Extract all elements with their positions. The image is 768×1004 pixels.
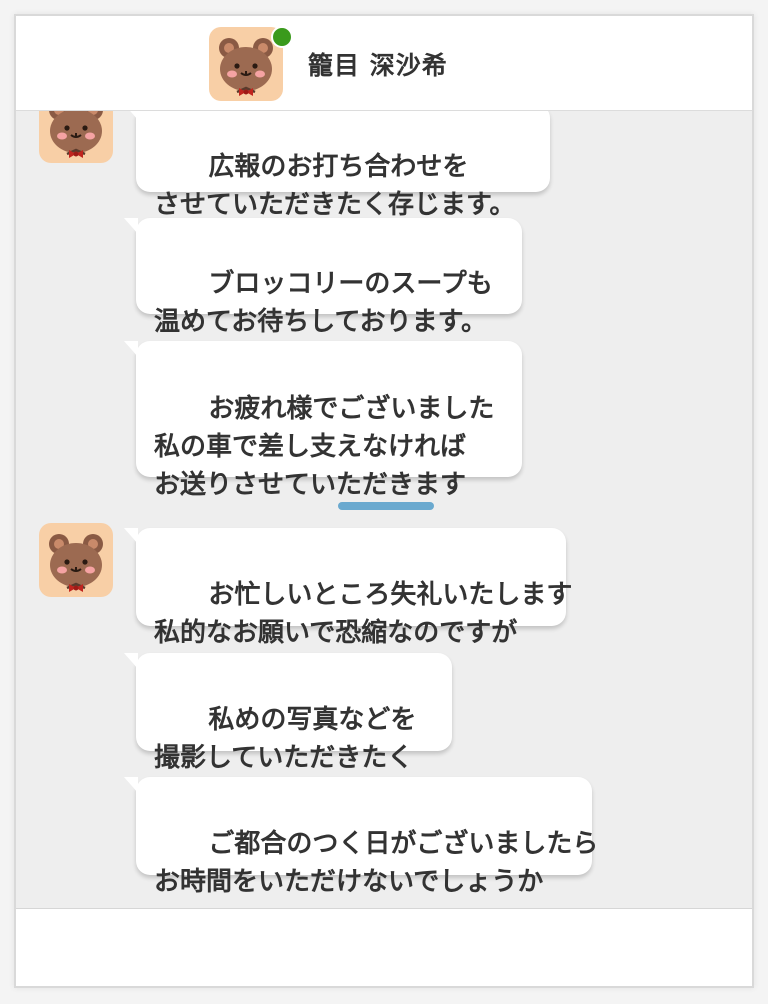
message-text: お疲れ様でございました 私の車で差し支えなければ お送りさせていただきます <box>154 394 495 500</box>
message-bubble[interactable]: ブロッコリーのスープも 温めてお待ちしております。 <box>124 218 522 337</box>
chat-window: 広報のお打ち合わせを させていただきたく存じます。 ブロッコリーのスープも 温め… <box>14 14 754 988</box>
contact-name[interactable]: 籠目 深沙希 <box>308 46 448 82</box>
message-bubble[interactable]: ご都合のつく日がございましたら お時間をいただけないでしょうか <box>124 777 598 897</box>
date-divider <box>338 502 434 510</box>
bear-avatar-icon <box>39 523 113 597</box>
message-text: 私めの写真などを 撮影していただきたく <box>154 705 417 773</box>
message-text: 広報のお打ち合わせを させていただきたく存じます。 <box>154 152 516 220</box>
chat-header: 籠目 深沙希 <box>16 16 752 111</box>
message-text: お忙しいところ失礼いたします 私的なお願いで恐縮なのですが <box>154 580 573 648</box>
message-text: ご都合のつく日がございましたら お時間をいただけないでしょうか <box>154 829 599 897</box>
message-text: ブロッコリーのスープも 温めてお待ちしております。 <box>154 269 493 337</box>
message-list[interactable]: 広報のお打ち合わせを させていただきたく存じます。 ブロッコリーのスープも 温め… <box>16 16 752 908</box>
input-bar[interactable] <box>16 908 752 986</box>
message-bubble[interactable]: お忙しいところ失礼いたします 私的なお願いで恐縮なのですが <box>124 528 572 648</box>
message-bubble[interactable]: 私めの写真などを 撮影していただきたく <box>124 653 452 773</box>
message-bubble[interactable]: 広報のお打ち合わせを させていただきたく存じます。 <box>124 104 550 220</box>
online-status-dot <box>271 26 293 48</box>
message-bubble[interactable]: お疲れ様でございました 私の車で差し支えなければ お送りさせていただきます <box>124 341 522 500</box>
